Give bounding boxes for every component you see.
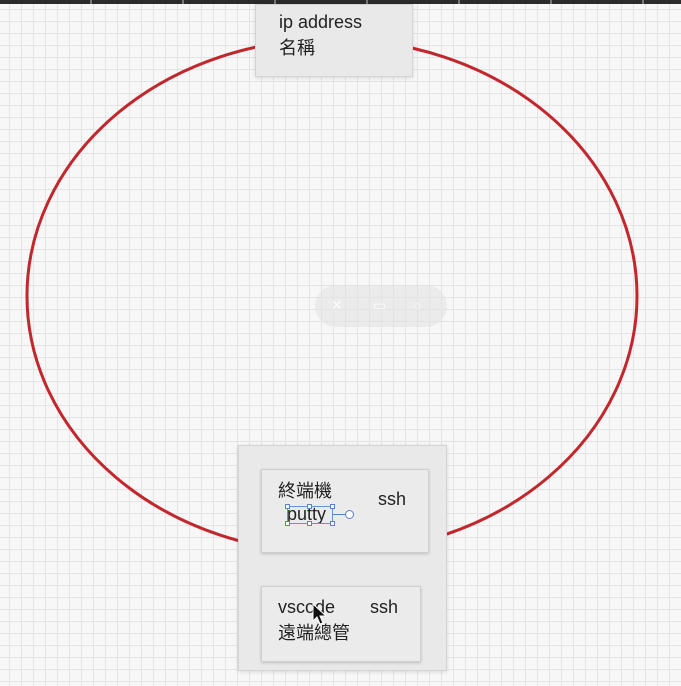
mouse-cursor-icon xyxy=(312,603,328,625)
resize-handle-bm[interactable] xyxy=(307,521,312,526)
copy-icon[interactable]: ▭ xyxy=(373,297,386,314)
hover-toolbar[interactable]: ✕ ▭ ○ xyxy=(315,285,447,327)
name-label: 名稱 xyxy=(279,38,315,58)
resize-handle-tm[interactable] xyxy=(307,504,312,509)
resize-handle-tl[interactable] xyxy=(285,504,290,509)
vscode-card[interactable]: vscode ssh 遠端總管 xyxy=(261,586,421,662)
pin-off-icon[interactable]: ✕ xyxy=(331,297,343,314)
connector-handle[interactable] xyxy=(345,510,354,519)
vscode-protocol: ssh xyxy=(370,597,399,617)
resize-handle-bl[interactable] xyxy=(285,521,290,526)
ip-address-label: ip address xyxy=(279,12,363,32)
more-icon[interactable]: ○ xyxy=(413,297,421,313)
terminal-title: 終端機 xyxy=(278,481,332,501)
terminal-protocol: ssh xyxy=(378,489,407,509)
resize-handle-tr[interactable] xyxy=(330,504,335,509)
resize-handle-br[interactable] xyxy=(330,521,335,526)
ip-address-card[interactable]: ip address 名稱 xyxy=(255,4,413,77)
